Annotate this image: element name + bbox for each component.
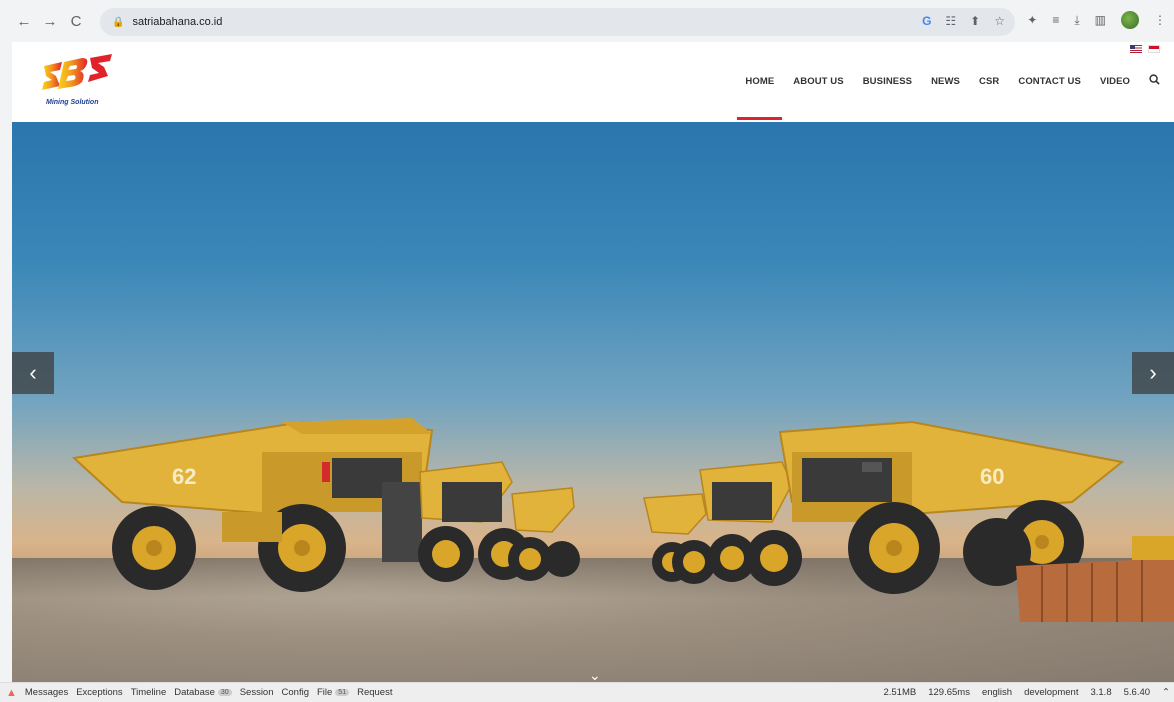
truck-62: 62 <box>71 418 434 592</box>
flag-en-icon[interactable] <box>1130 45 1142 53</box>
bookmark-star-icon[interactable]: ☆ <box>994 14 1005 28</box>
menu-contact-us[interactable]: CONTACT US <box>1018 76 1081 87</box>
menu-about-us[interactable]: ABOUT US <box>793 76 843 87</box>
truck-number-62: 62 <box>172 464 196 489</box>
debug-tab-session[interactable]: Session <box>240 687 274 698</box>
search-icon[interactable] <box>1149 74 1160 88</box>
tab-label: Exceptions <box>76 687 123 698</box>
truck-number-60: 60 <box>980 464 1004 489</box>
excavator-bucket <box>1016 558 1174 622</box>
logo-tagline: Mining Solution <box>46 99 99 106</box>
debug-tab-database[interactable]: Database 30 <box>174 687 232 698</box>
menu-business[interactable]: BUSINESS <box>863 76 912 87</box>
debug-tab-timeline[interactable]: Timeline <box>131 687 167 698</box>
download-icon[interactable]: ⤓ <box>1074 13 1079 28</box>
collapse-chevron-icon[interactable]: ⌃ <box>1162 687 1170 698</box>
forward-button[interactable]: → <box>38 9 62 33</box>
main-menu: HOME ABOUT US BUSINESS NEWS CSR CONTACT … <box>737 74 1160 120</box>
debug-tab-messages[interactable]: Messages <box>25 687 68 698</box>
file-count-badge: 51 <box>335 689 350 696</box>
php-version: 5.6.40 <box>1123 687 1151 698</box>
back-button[interactable]: ← <box>12 9 36 33</box>
extension-area: ✦ ≡ ⤓ ▥ ⋮ <box>1027 11 1166 29</box>
translate-icon[interactable]: ☷ <box>945 14 956 28</box>
tab-label: Database <box>174 687 215 698</box>
machine-edge <box>1132 536 1174 560</box>
nav-buttons: ← → C <box>12 9 88 33</box>
debug-tab-exceptions[interactable]: Exceptions <box>76 687 122 698</box>
debug-stats: 2.51MB 129.65ms english development 3.1.… <box>883 683 1170 702</box>
debug-tab-config[interactable]: Config <box>282 687 309 698</box>
haul-trucks-image: 62 60 <box>71 418 1174 622</box>
tab-label: Request <box>357 687 393 698</box>
memory-usage: 2.51MB <box>883 687 917 698</box>
profile-avatar[interactable] <box>1121 11 1139 29</box>
debugbar-logo-icon[interactable]: ▲ <box>6 687 17 699</box>
url-text[interactable]: satriabahana.co.id <box>132 16 222 28</box>
debug-tab-file[interactable]: File 51 <box>316 687 350 698</box>
menu-kebab-icon[interactable]: ⋮ <box>1154 13 1166 27</box>
tab-label: File <box>316 687 333 698</box>
tab-label: Messages <box>24 687 69 698</box>
debug-tab-request[interactable]: Request <box>357 687 392 698</box>
language-switcher <box>1130 45 1160 53</box>
environment: development <box>1024 687 1079 698</box>
google-icon[interactable]: G <box>922 14 931 28</box>
share-icon[interactable]: ⬆ <box>970 14 980 28</box>
menu-csr[interactable]: CSR <box>979 76 999 87</box>
reading-list-icon[interactable]: ≡ <box>1052 13 1059 27</box>
tab-label: Session <box>239 687 274 698</box>
flag-id-icon[interactable] <box>1148 45 1160 53</box>
locale: english <box>981 687 1013 698</box>
debug-bar: ▲ Messages Exceptions Timeline Database 3… <box>0 682 1174 702</box>
slider-prev-button[interactable]: ‹ <box>12 352 54 394</box>
app-version: 3.1.8 <box>1090 687 1112 698</box>
tab-label: Timeline <box>130 687 167 698</box>
lock-icon: 🔒 <box>112 16 125 28</box>
reload-button[interactable]: C <box>64 9 88 33</box>
website-viewport: Mining Solution HOME ABOUT US BUSINESS N… <box>12 42 1174 682</box>
site-header: Mining Solution HOME ABOUT US BUSINESS N… <box>12 42 1174 122</box>
slider-next-button[interactable]: › <box>1132 352 1174 394</box>
truck-mid-right <box>643 461 802 586</box>
browser-toolbar: ← → C 🔒 satriabahana.co.id G ☷ ⬆ ☆ ✦ ≡ ⤓… <box>0 0 1174 42</box>
menu-home[interactable]: HOME <box>737 76 783 120</box>
hero-slider: 62 60 ‹ › ⌄ <box>12 122 1174 682</box>
menu-video[interactable]: VIDEO <box>1100 76 1130 87</box>
side-panel-icon[interactable]: ▥ <box>1095 13 1106 27</box>
extensions-puzzle-icon[interactable]: ✦ <box>1027 13 1037 27</box>
address-bar[interactable]: 🔒 satriabahana.co.id G ☷ ⬆ ☆ <box>100 8 1015 36</box>
menu-news[interactable]: NEWS <box>931 76 960 87</box>
omnibox-actions: G ☷ ⬆ ☆ <box>922 14 1005 28</box>
tab-label: Config <box>281 687 309 698</box>
database-count-badge: 30 <box>217 689 232 696</box>
truck-mid-left <box>418 461 580 582</box>
scroll-down-chevron-icon[interactable]: ⌄ <box>589 667 601 682</box>
request-duration: 129.65ms <box>928 687 970 698</box>
